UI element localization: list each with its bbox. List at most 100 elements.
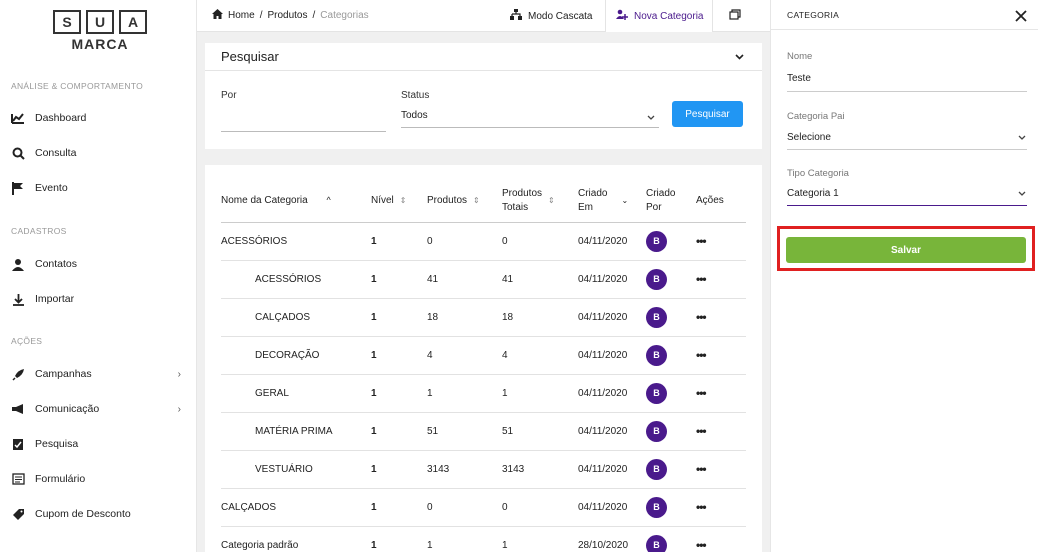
download-icon (11, 292, 25, 306)
sidebar-item-campanhas[interactable]: Campanhas › (11, 363, 187, 385)
header-label: Em (578, 201, 593, 213)
form-icon (11, 472, 25, 486)
table-row[interactable]: VESTUÁRIO 1 3143 3143 04/11/2020 B ••• (221, 450, 746, 489)
flag-icon (11, 181, 25, 195)
avatar: B (646, 458, 667, 480)
categoria-pai-underline (787, 149, 1027, 150)
more-actions-icon[interactable]: ••• (696, 348, 707, 362)
tipo-categoria-select[interactable]: Categoria 1 (787, 188, 1027, 202)
more-actions-icon[interactable]: ••• (696, 538, 707, 552)
sort-desc-icon[interactable]: ⌄ (621, 196, 628, 205)
tag-icon (11, 507, 25, 521)
table-row[interactable]: CALÇADOS 1 0 0 04/11/2020 B ••• (221, 488, 746, 527)
table-row[interactable]: GERAL 1 1 1 04/11/2020 B ••• (221, 374, 746, 413)
table-row[interactable]: MATÉRIA PRIMA 1 51 51 04/11/2020 B ••• (221, 412, 746, 451)
sidebar-item-evento[interactable]: Evento (11, 177, 187, 199)
nova-categoria-button[interactable]: Nova Categoria (605, 0, 713, 32)
breadcrumb-separator: / (312, 10, 316, 21)
more-actions-icon[interactable]: ••• (696, 386, 707, 400)
column-header-produtos[interactable]: Produtos ⇕ (427, 180, 502, 223)
table-row[interactable]: CALÇADOS 1 18 18 04/11/2020 B ••• (221, 298, 746, 337)
column-header-produtos-totais[interactable]: Produtos Totais ⇕ (502, 180, 578, 223)
nova-categoria-label: Nova Categoria (634, 10, 704, 22)
cell-totais: 51 (502, 412, 578, 451)
column-header-criado-em[interactable]: Criado Em ⌄ (578, 180, 646, 223)
sidebar-item-consulta[interactable]: Consulta (11, 142, 187, 164)
sidebar-item-importar[interactable]: Importar (11, 288, 187, 310)
cell-criado-em: 04/11/2020 (578, 488, 646, 527)
sort-asc-icon[interactable]: ^ (327, 195, 331, 205)
avatar: B (646, 268, 667, 290)
category-panel: CATEGORIA Nome Teste Categoria Pai Selec… (770, 0, 1038, 552)
search-card: Pesquisar Por Status Todos Pesquisar (205, 43, 762, 149)
sidebar-item-comunicacao[interactable]: Comunicação › (11, 398, 187, 420)
tipo-categoria-underline (787, 205, 1027, 206)
column-header-acoes: Ações (696, 180, 746, 223)
more-actions-icon[interactable]: ••• (696, 462, 707, 476)
cell-nome: MATÉRIA PRIMA (221, 412, 371, 451)
sidebar-item-pesquisa[interactable]: Pesquisa (11, 433, 187, 455)
sidebar-item-contatos[interactable]: Contatos (11, 253, 187, 275)
sort-icon[interactable]: ⇕ (548, 196, 555, 205)
logo-letter: U (86, 10, 114, 34)
header-label: Criado (646, 187, 676, 199)
column-header-nome[interactable]: Nome da Categoria ^ (221, 180, 371, 223)
categories-table: Nome da Categoria ^ Nível ⇕ Produtos ⇕ Pro… (221, 180, 746, 552)
hierarchy-icon (510, 9, 522, 23)
sidebar-item-label: Comunicação (35, 403, 100, 415)
status-select[interactable]: Todos (401, 110, 659, 126)
cell-totais: 1 (502, 526, 578, 552)
chart-icon (11, 111, 25, 125)
cell-criado-em: 04/11/2020 (578, 298, 646, 337)
close-icon[interactable] (1015, 6, 1027, 27)
sort-icon[interactable]: ⇕ (400, 196, 407, 205)
modo-cascata-label: Modo Cascata (528, 10, 593, 22)
window-icon (729, 9, 741, 23)
chevron-down-icon (647, 112, 655, 123)
sidebar-item-cupom[interactable]: Cupom de Desconto (11, 503, 187, 525)
avatar: B (646, 382, 667, 404)
categoria-pai-select[interactable]: Selecione (787, 132, 1027, 146)
cell-produtos: 0 (427, 488, 502, 527)
cell-nivel: 1 (371, 222, 427, 261)
logo-letter: S (53, 10, 81, 34)
modo-cascata-button[interactable]: Modo Cascata (510, 0, 592, 32)
search-header[interactable]: Pesquisar (205, 43, 762, 71)
table-row[interactable]: Categoria padrão 1 1 1 28/10/2020 B ••• (221, 526, 746, 552)
more-actions-icon[interactable]: ••• (696, 234, 707, 248)
sidebar-item-formulario[interactable]: Formulário (11, 468, 187, 490)
breadcrumb-produtos[interactable]: Produtos (267, 10, 307, 21)
nome-label: Nome (787, 51, 813, 62)
table-row[interactable]: ACESSÓRIOS 1 0 0 04/11/2020 B ••• (221, 222, 746, 261)
breadcrumb-home[interactable]: Home (228, 10, 255, 21)
megaphone-icon (11, 402, 25, 416)
nome-input[interactable]: Teste (787, 73, 1027, 87)
table-header-row: Nome da Categoria ^ Nível ⇕ Produtos ⇕ Pro… (221, 180, 746, 223)
tipo-categoria-label: Tipo Categoria (787, 168, 849, 179)
cell-produtos: 3143 (427, 450, 502, 489)
more-actions-icon[interactable]: ••• (696, 310, 707, 324)
window-toggle-button[interactable] (729, 0, 741, 32)
sidebar-item-label: Cupom de Desconto (35, 508, 131, 520)
categories-table-card: Nome da Categoria ^ Nível ⇕ Produtos ⇕ Pro… (205, 165, 762, 552)
more-actions-icon[interactable]: ••• (696, 500, 707, 514)
pesquisar-button[interactable]: Pesquisar (672, 101, 743, 127)
sidebar-item-dashboard[interactable]: Dashboard (11, 107, 187, 129)
sidebar-item-label: Contatos (35, 258, 78, 270)
sidebar-item-label: Formulário (35, 473, 86, 485)
table-row[interactable]: ACESSÓRIOS 1 41 41 04/11/2020 B ••• (221, 260, 746, 299)
sort-icon[interactable]: ⇕ (473, 196, 480, 205)
chevron-down-icon (1018, 132, 1026, 142)
save-button[interactable]: Salvar (786, 237, 1026, 263)
more-actions-icon[interactable]: ••• (696, 424, 707, 438)
cell-produtos: 41 (427, 260, 502, 299)
cell-nivel: 1 (371, 526, 427, 552)
chevron-right-icon: › (177, 368, 181, 380)
por-input[interactable] (221, 115, 386, 129)
column-header-nivel[interactable]: Nível ⇕ (371, 180, 427, 223)
add-category-icon (616, 9, 628, 24)
more-actions-icon[interactable]: ••• (696, 272, 707, 286)
brand-logo[interactable]: S U A MARCA (53, 10, 147, 52)
table-row[interactable]: DECORAÇÃO 1 4 4 04/11/2020 B ••• (221, 336, 746, 375)
chevron-down-icon[interactable] (735, 51, 744, 63)
